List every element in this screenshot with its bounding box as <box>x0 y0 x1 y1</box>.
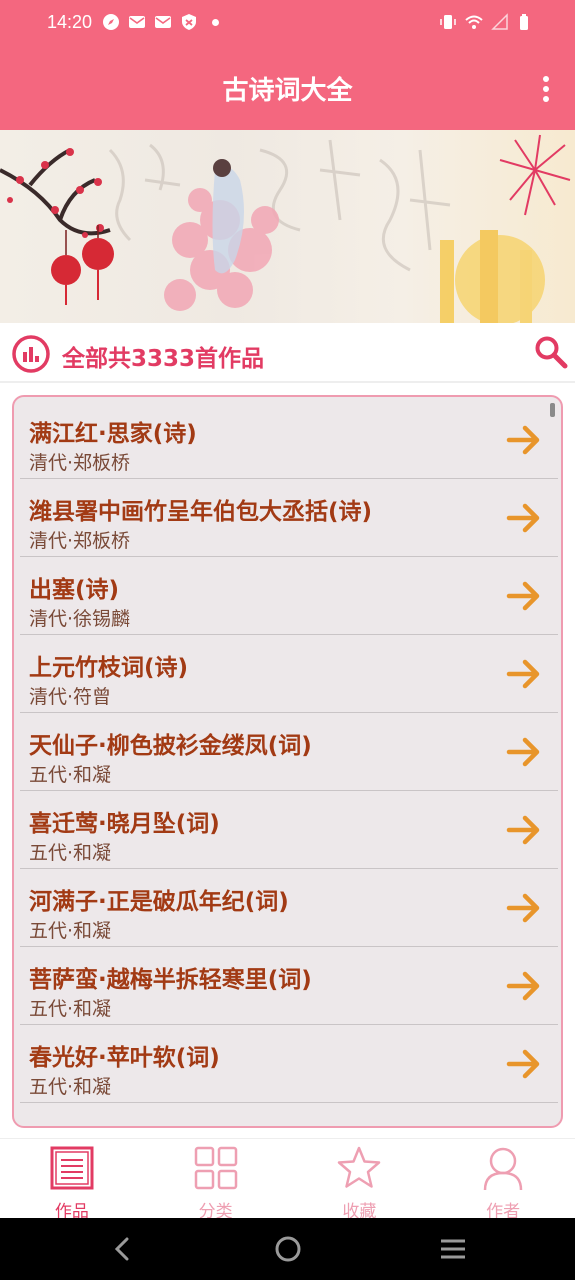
poem-title: 菩萨蛮·越梅半拆轻寒里(词) <box>29 967 312 993</box>
wifi-icon <box>465 15 483 29</box>
poem-list[interactable]: 满江红·思家(诗) 清代·郑板桥 潍县署中画竹呈年伯包大丞括(诗) 清代·郑板桥 出塞(… <box>12 395 563 1128</box>
bottom-nav: 作品 分类 收藏 作者 <box>0 1138 575 1222</box>
vibrate-icon <box>440 15 456 29</box>
poem-author: 五代·和凝 <box>29 764 112 786</box>
banner-illustration <box>0 134 571 323</box>
grid-icon <box>194 1146 237 1190</box>
poem-list-items: 满江红·思家(诗) 清代·郑板桥 潍县署中画竹呈年伯包大丞括(诗) 清代·郑板桥 出塞(… <box>20 401 558 1103</box>
system-status-icons <box>439 13 535 31</box>
poem-list-item[interactable]: 菩萨蛮·越梅半拆轻寒里(词) 五代·和凝 <box>20 947 558 1025</box>
app-title: 古诗词大全 <box>222 76 353 106</box>
home-icon[interactable] <box>274 1235 302 1263</box>
arrow-right-icon[interactable] <box>506 735 542 769</box>
summary-row: 全部共3333首作品 <box>0 323 575 383</box>
poem-title: 春光好·苹叶软(词) <box>29 1045 220 1071</box>
search-icon[interactable] <box>534 335 568 369</box>
nav-categories[interactable]: 分类 <box>144 1139 288 1222</box>
poem-title: 喜迁莺·晓月坠(词) <box>29 811 220 837</box>
poem-list-item[interactable]: 喜迁莺·晓月坠(词) 五代·和凝 <box>20 791 558 869</box>
mail-icon <box>155 16 171 28</box>
arrow-right-icon[interactable] <box>506 891 542 925</box>
poem-title: 出塞(诗) <box>29 577 120 603</box>
poem-title: 潍县署中画竹呈年伯包大丞括(诗) <box>29 499 373 525</box>
poem-author: 清代·徐锡麟 <box>29 608 131 630</box>
nav-works[interactable]: 作品 <box>0 1139 144 1222</box>
app-screen: 14:20 古诗词大全 全部共3333首作品 满江红·思家(诗) 清代·郑板桥 … <box>0 0 575 1280</box>
poem-author: 五代·和凝 <box>29 998 112 1020</box>
poem-title: 上元竹枝词(诗) <box>29 655 189 681</box>
list-icon <box>50 1146 94 1190</box>
poem-list-item[interactable]: 春光好·苹叶软(词) 五代·和凝 <box>20 1025 558 1103</box>
poem-author: 清代·郑板桥 <box>29 452 131 474</box>
shield-icon <box>182 14 196 30</box>
nav-authors[interactable]: 作者 <box>431 1139 575 1222</box>
poem-list-item[interactable]: 上元竹枝词(诗) 清代·符曾 <box>20 635 558 713</box>
status-time: 14:20 <box>47 12 93 32</box>
poem-title: 河满子·正是破瓜年纪(词) <box>29 889 289 915</box>
arrow-right-icon[interactable] <box>506 969 542 1003</box>
star-icon <box>338 1146 381 1188</box>
poem-title: 满江红·思家(诗) <box>29 421 197 447</box>
arrow-right-icon[interactable] <box>506 501 542 535</box>
poem-list-item[interactable]: 潍县署中画竹呈年伯包大丞括(诗) 清代·郑板桥 <box>20 479 558 557</box>
arrow-right-icon[interactable] <box>506 1047 542 1081</box>
signal-icon <box>491 13 508 30</box>
poem-list-item[interactable]: 满江红·思家(诗) 清代·郑板桥 <box>20 401 558 479</box>
arrow-right-icon[interactable] <box>506 579 542 613</box>
system-nav-bar <box>0 1218 575 1280</box>
poem-author: 五代·和凝 <box>29 842 112 864</box>
more-vert-icon[interactable] <box>541 74 551 104</box>
compass-icon <box>103 14 119 30</box>
poem-author: 清代·郑板桥 <box>29 530 131 552</box>
poem-list-item[interactable]: 天仙子·柳色披衫金缕凤(词) 五代·和凝 <box>20 713 558 791</box>
more-notifications-dot <box>212 18 219 26</box>
arrow-right-icon[interactable] <box>506 813 542 847</box>
poem-list-item[interactable]: 出塞(诗) 清代·徐锡麟 <box>20 557 558 635</box>
back-icon[interactable] <box>110 1236 134 1262</box>
nav-favorites[interactable]: 收藏 <box>288 1139 432 1222</box>
battery-icon <box>520 14 528 30</box>
mail-icon <box>129 16 145 28</box>
poem-author: 五代·和凝 <box>29 1076 112 1098</box>
arrow-right-icon[interactable] <box>506 423 542 457</box>
poem-count-text: 全部共3333首作品 <box>62 346 265 372</box>
person-icon <box>483 1147 523 1191</box>
banner-image <box>0 130 575 323</box>
stats-icon <box>12 335 50 373</box>
poem-author: 清代·符曾 <box>29 686 112 708</box>
notification-icons <box>102 13 219 31</box>
recent-apps-icon[interactable] <box>439 1237 467 1261</box>
app-bar: 古诗词大全 <box>0 48 575 130</box>
status-bar: 14:20 <box>0 0 575 48</box>
arrow-right-icon[interactable] <box>506 657 542 691</box>
poem-list-item[interactable]: 河满子·正是破瓜年纪(词) 五代·和凝 <box>20 869 558 947</box>
poem-title: 天仙子·柳色披衫金缕凤(词) <box>29 733 312 759</box>
poem-author: 五代·和凝 <box>29 920 112 942</box>
